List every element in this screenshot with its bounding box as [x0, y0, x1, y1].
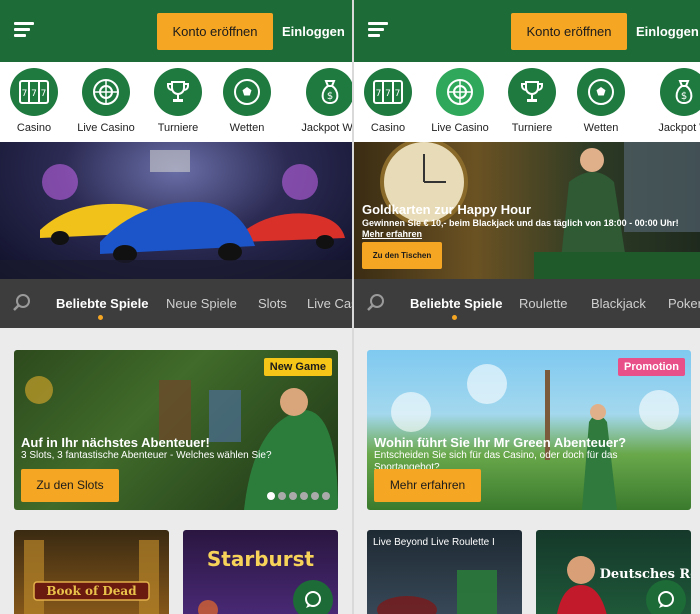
- menu-icon[interactable]: [368, 22, 388, 38]
- roulette-wheel-icon: [436, 68, 484, 116]
- book-of-dead-title: Book of Dead: [46, 584, 137, 598]
- game-tabs: Beliebte Spiele Roulette Blackjack Poker: [354, 279, 700, 328]
- chat-icon[interactable]: [646, 580, 686, 614]
- hero-text: Gewinnen Sie € 10,- beim Blackjack und d…: [362, 218, 682, 240]
- search-icon[interactable]: [366, 293, 386, 318]
- promo-card[interactable]: New Game Auf in Ihr nächstes Abenteuer! …: [14, 350, 338, 510]
- promo-title: Auf in Ihr nächstes Abenteuer!: [21, 435, 210, 450]
- game-tile-starburst[interactable]: Starburst: [183, 530, 338, 614]
- right-screen: Konto eröffnen Einloggen 777 Casino Live…: [354, 0, 700, 614]
- category-label: Casino: [16, 122, 52, 134]
- svg-text:7: 7: [31, 89, 37, 99]
- tab-live-casino[interactable]: Live Cas: [307, 296, 352, 311]
- active-tab-indicator: [452, 315, 457, 320]
- trophy-icon: [508, 68, 556, 116]
- football-icon: [577, 68, 625, 116]
- racing-cars-artwork: [0, 150, 352, 279]
- login-link[interactable]: Einloggen: [636, 24, 699, 39]
- category-tournaments[interactable]: Turniere: [495, 68, 569, 134]
- left-screen: Konto eröffnen Einloggen 777 Casino Live…: [0, 0, 352, 614]
- new-game-badge: New Game: [263, 358, 332, 376]
- active-tab-indicator: [98, 315, 103, 320]
- category-label: Casino: [370, 122, 406, 134]
- learn-more-button[interactable]: Mehr erfahren: [374, 469, 481, 502]
- live-roulette-artwork: [377, 570, 497, 614]
- category-casino[interactable]: 777 Casino: [0, 68, 71, 134]
- money-bag-icon: $: [660, 68, 700, 116]
- category-label: Turniere: [157, 122, 199, 134]
- header: Konto eröffnen Einloggen: [354, 0, 700, 62]
- category-label: Turniere: [511, 122, 553, 134]
- game-tile-deutsches-roulette[interactable]: Deutsches Rou: [536, 530, 691, 614]
- chat-icon[interactable]: [293, 580, 333, 614]
- search-icon[interactable]: [12, 293, 32, 318]
- header: Konto eröffnen Einloggen: [0, 0, 352, 62]
- game-tabs: Beliebte Spiele Neue Spiele Slots Live C…: [0, 279, 352, 328]
- roulette-wheel-icon: [82, 68, 130, 116]
- to-slots-button[interactable]: Zu den Slots: [21, 469, 119, 502]
- category-label: Wetten: [229, 122, 265, 134]
- category-label: Live Casino: [431, 122, 489, 134]
- to-tables-button[interactable]: Zu den Tischen: [362, 242, 442, 269]
- promo-card[interactable]: Promotion Wohin führt Sie Ihr Mr Green A…: [367, 350, 691, 510]
- trophy-icon: [154, 68, 202, 116]
- register-button[interactable]: Konto eröffnen: [511, 13, 627, 50]
- tab-popular-games[interactable]: Beliebte Spiele: [410, 296, 502, 311]
- category-label: Jackpot W: [658, 122, 700, 134]
- game-tile-live-roulette[interactable]: Live Beyond Live Roulette I: [367, 530, 522, 614]
- slot-machine-icon: 777: [10, 68, 58, 116]
- promo-title: Wohin führt Sie Ihr Mr Green Abenteuer?: [374, 435, 627, 450]
- promo-subtitle: 3 Slots, 3 fantastische Abenteuer - Welc…: [21, 450, 272, 461]
- category-label: Live Casino: [77, 122, 135, 134]
- tab-blackjack[interactable]: Blackjack: [591, 296, 646, 311]
- category-live-casino[interactable]: Live Casino: [69, 68, 143, 134]
- menu-icon[interactable]: [14, 22, 34, 38]
- svg-text:7: 7: [22, 89, 28, 99]
- more-info-link[interactable]: Mehr erfahren: [362, 229, 422, 239]
- svg-text:7: 7: [385, 89, 391, 99]
- category-label: Wetten: [583, 122, 619, 134]
- svg-text:7: 7: [41, 89, 47, 99]
- hero-title: Goldkarten zur Happy Hour: [362, 202, 532, 217]
- login-link[interactable]: Einloggen: [282, 24, 345, 39]
- svg-text:$: $: [681, 91, 687, 102]
- category-bar: 777 Casino Live Casino Turniere Wetten $…: [0, 62, 352, 142]
- tab-popular-games[interactable]: Beliebte Spiele: [56, 296, 148, 311]
- tab-roulette[interactable]: Roulette: [519, 296, 567, 311]
- category-betting[interactable]: Wetten: [210, 68, 284, 134]
- category-tournaments[interactable]: Turniere: [141, 68, 215, 134]
- hero-description: Gewinnen Sie € 10,- beim Blackjack und d…: [362, 218, 679, 228]
- svg-text:7: 7: [376, 89, 382, 99]
- slot-machine-icon: 777: [364, 68, 412, 116]
- tile-title: Deutsches Rou: [600, 567, 691, 582]
- tab-slots[interactable]: Slots: [258, 296, 287, 311]
- carousel-dots[interactable]: [267, 492, 330, 500]
- money-bag-icon: $: [306, 68, 352, 116]
- category-jackpot[interactable]: $ Jackpot We: [293, 68, 352, 134]
- category-casino[interactable]: 777 Casino: [354, 68, 425, 134]
- register-button[interactable]: Konto eröffnen: [157, 13, 273, 50]
- book-of-dead-artwork: Book of Dead: [24, 540, 159, 614]
- svg-text:$: $: [327, 91, 333, 102]
- hero-banner-cars[interactable]: [0, 142, 352, 279]
- category-label: Jackpot We: [301, 122, 352, 134]
- hero-banner-happy-hour[interactable]: Goldkarten zur Happy Hour Gewinnen Sie €…: [354, 142, 700, 279]
- starburst-title: Starburst: [207, 547, 315, 571]
- category-live-casino[interactable]: Live Casino: [423, 68, 497, 134]
- comparison-view: Konto eröffnen Einloggen 777 Casino Live…: [0, 0, 700, 614]
- game-tile-book-of-dead[interactable]: Book of Dead: [14, 530, 169, 614]
- football-icon: [223, 68, 271, 116]
- category-betting[interactable]: Wetten: [564, 68, 638, 134]
- tab-poker[interactable]: Poker: [668, 296, 700, 311]
- svg-text:7: 7: [395, 89, 401, 99]
- promotion-badge: Promotion: [618, 358, 685, 376]
- category-jackpot[interactable]: $ Jackpot W: [647, 68, 700, 134]
- category-bar: 777 Casino Live Casino Turniere Wetten $…: [354, 62, 700, 142]
- tab-new-games[interactable]: Neue Spiele: [166, 296, 237, 311]
